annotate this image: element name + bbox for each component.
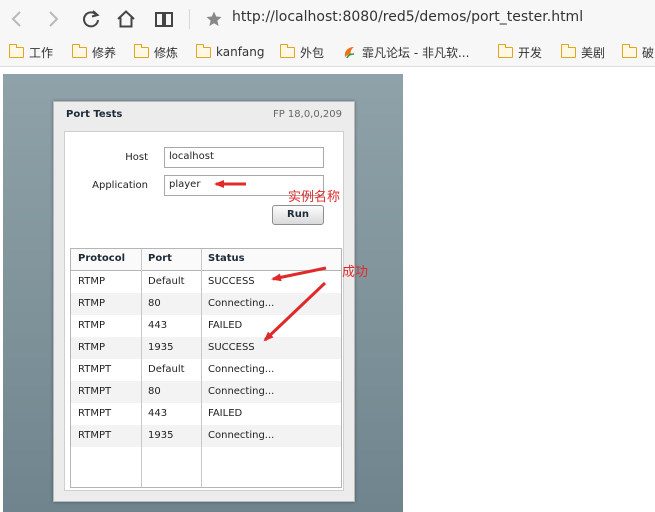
panel-content: Host localhost Application player Run Pr… [64, 131, 344, 491]
status-cell: Connecting... [208, 364, 275, 375]
table-row[interactable]: RTMP Default SUCCESS [71, 271, 341, 293]
table-header: Protocol Port Status [71, 249, 341, 271]
protocol-cell: RTMPT [78, 408, 112, 419]
table-row[interactable]: RTMP 1935 SUCCESS [71, 337, 341, 359]
protocol-cell: RTMP [78, 342, 105, 353]
flash-version: FP 18,0,0,209 [272, 109, 342, 120]
port-cell: 80 [148, 298, 161, 309]
port-tests-panel: Port Tests FP 18,0,0,209 Host localhost … [53, 101, 355, 502]
protocol-cell: RTMPT [78, 364, 112, 375]
bookmark-label: 霏凡论坛 - 非凡软... [362, 45, 470, 60]
port-cell: 443 [148, 408, 168, 419]
annotation-instance-name: 实例名称 [288, 190, 341, 205]
reload-button[interactable] [79, 7, 103, 31]
bookmark-label: kanfang [216, 45, 265, 59]
home-icon [117, 10, 135, 28]
protocol-cell: RTMP [78, 320, 105, 331]
table-row[interactable]: RTMP 80 Connecting... [71, 293, 341, 315]
home-button[interactable] [114, 7, 138, 31]
bookmark-item[interactable]: 霏凡论坛 - 非凡软... [342, 44, 469, 60]
annotation-success: 成功 [342, 265, 369, 280]
address-bar[interactable]: http://localhost:8080/red5/demos/port_te… [232, 9, 583, 25]
folder-icon [133, 43, 149, 58]
star-icon [206, 11, 222, 26]
bookmark-label: 工作 [29, 45, 54, 60]
bookmark-label: 破 [642, 45, 655, 60]
column-header-protocol[interactable]: Protocol [78, 253, 125, 264]
column-header-port[interactable]: Port [148, 253, 172, 264]
bookmark-item[interactable]: 开发 [497, 43, 543, 60]
toolbar-divider [189, 9, 190, 29]
folder-icon [195, 43, 211, 58]
back-arrow-icon [11, 11, 21, 27]
folder-icon [71, 43, 87, 58]
status-cell: Connecting... [208, 430, 275, 441]
folder-icon [560, 43, 576, 58]
status-cell: Connecting... [208, 386, 275, 397]
site-favicon-icon [344, 46, 355, 58]
folder-icon [497, 43, 513, 58]
port-cell: 1935 [148, 430, 174, 441]
column-divider [201, 249, 202, 487]
bookmark-item[interactable]: 修养 [71, 43, 117, 60]
status-cell: SUCCESS [208, 276, 255, 287]
bookmark-item[interactable]: 美剧 [560, 43, 606, 60]
protocol-cell: RTMP [78, 298, 105, 309]
table-row[interactable]: RTMPT 443 FAILED [71, 403, 341, 425]
bookmark-item[interactable]: kanfang [195, 43, 265, 60]
status-cell: FAILED [208, 320, 243, 331]
back-button[interactable] [5, 7, 29, 31]
folder-icon [8, 43, 24, 58]
bookmark-label: 开发 [518, 45, 543, 60]
port-cell: 443 [148, 320, 168, 331]
application-label: Application [92, 180, 148, 191]
book-icon [155, 12, 173, 27]
bookmarks-bar: 工作 修养 修炼 kanfang 外包 霏凡论坛 - 非凡软... 开发 美剧 … [0, 38, 655, 67]
status-cell: Connecting... [208, 298, 275, 309]
bookmark-label: 美剧 [581, 45, 606, 60]
forward-arrow-icon [49, 11, 59, 27]
empty-row [71, 447, 341, 469]
bookmark-label: 修养 [92, 45, 117, 60]
status-cell: SUCCESS [208, 342, 255, 353]
protocol-cell: RTMPT [78, 386, 112, 397]
protocol-cell: RTMPT [78, 430, 112, 441]
port-cell: 1935 [148, 342, 174, 353]
reload-icon [83, 10, 100, 28]
protocol-cell: RTMP [78, 276, 105, 287]
bookmark-star-button[interactable] [202, 7, 226, 31]
host-label: Host [125, 152, 148, 163]
browser-toolbar: http://localhost:8080/red5/demos/port_te… [0, 0, 655, 39]
bookmark-item[interactable]: 修炼 [133, 43, 179, 60]
table-row[interactable]: RTMP 443 FAILED [71, 315, 341, 337]
bookmark-item[interactable]: 外包 [279, 43, 325, 60]
panel-title: Port Tests [66, 109, 123, 120]
table-row[interactable]: RTMPT 80 Connecting... [71, 381, 341, 403]
bookmark-item[interactable]: 工作 [8, 43, 54, 60]
host-input[interactable]: localhost [164, 147, 324, 168]
port-cell: Default [148, 276, 185, 287]
forward-button[interactable] [41, 7, 65, 31]
run-button[interactable]: Run [272, 205, 324, 225]
port-cell: Default [148, 364, 185, 375]
bookmark-label: 外包 [300, 45, 325, 60]
folder-icon [621, 43, 637, 58]
port-cell: 80 [148, 386, 161, 397]
status-cell: FAILED [208, 408, 243, 419]
bookmark-item[interactable]: 破 [621, 43, 655, 60]
column-divider [141, 249, 142, 487]
table-row[interactable]: RTMPT Default Connecting... [71, 359, 341, 381]
table-row[interactable]: RTMPT 1935 Connecting... [71, 425, 341, 447]
bookmark-label: 修炼 [154, 45, 179, 60]
folder-icon [279, 43, 295, 58]
results-table: Protocol Port Status RTMP Default SUCCES… [70, 248, 342, 488]
column-header-status[interactable]: Status [208, 253, 245, 264]
reading-mode-button[interactable] [152, 7, 176, 31]
